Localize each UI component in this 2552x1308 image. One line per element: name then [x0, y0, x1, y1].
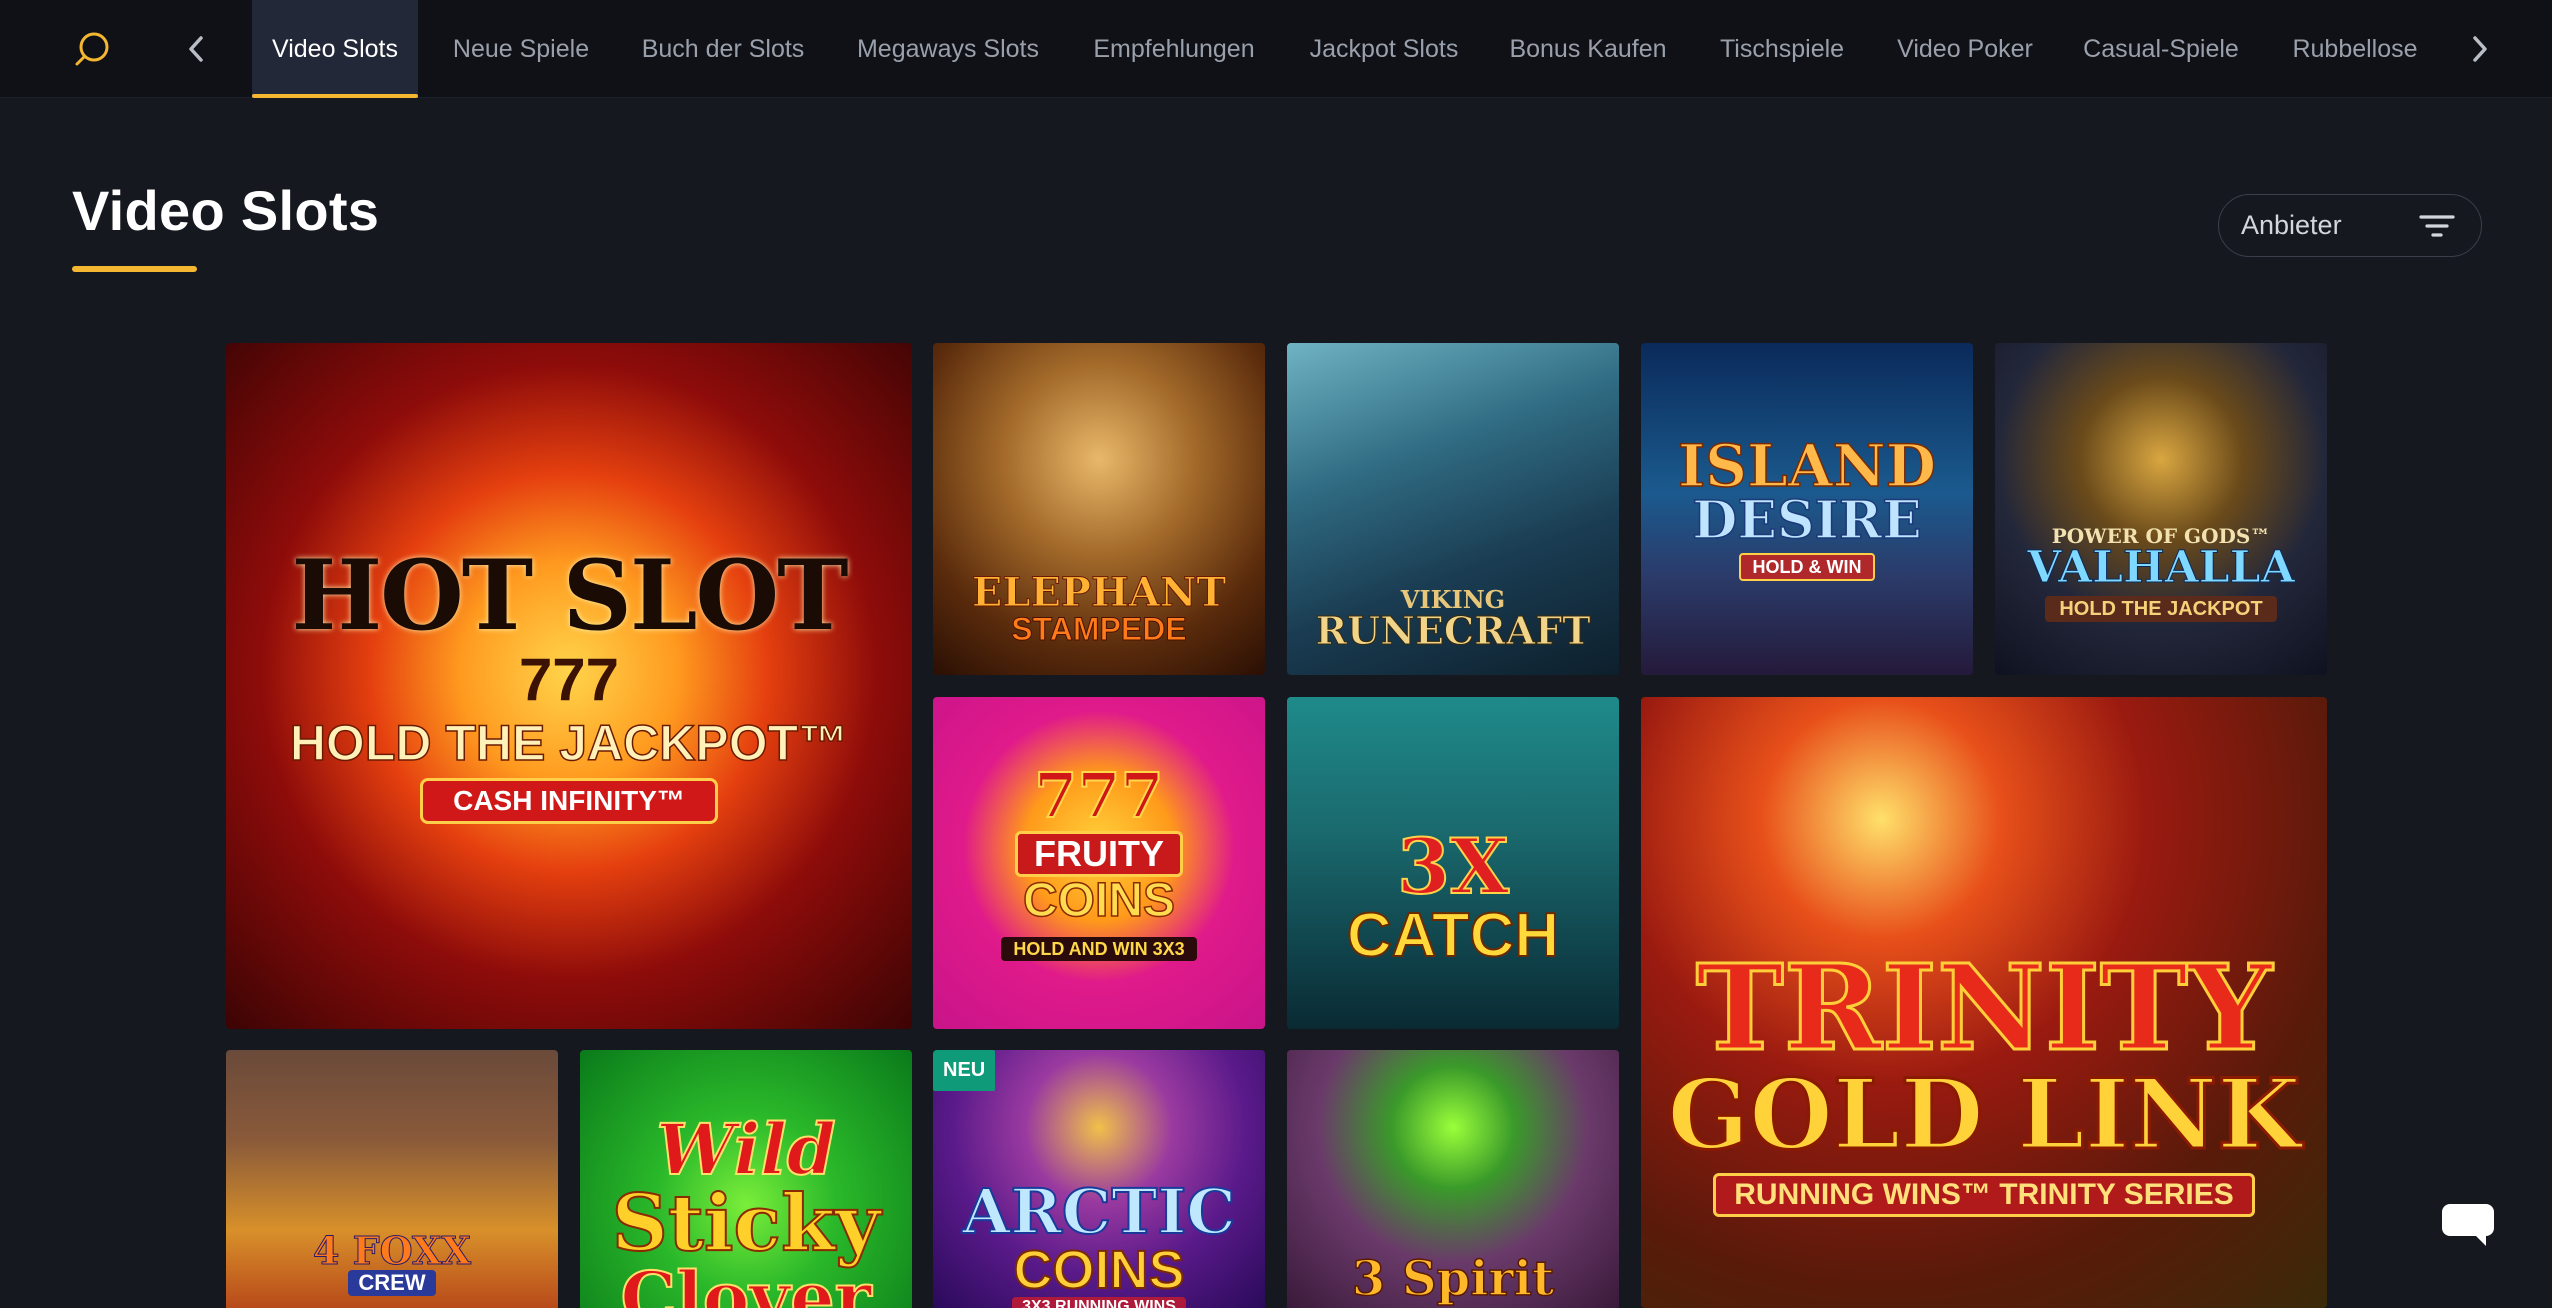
tab-bonus-kaufen[interactable]: Bonus Kaufen [1500, 0, 1676, 98]
chevron-left-icon [189, 36, 203, 62]
tab-rubbellose[interactable]: Rubbellose [2280, 0, 2430, 98]
game-title: ARCTIC COINS 3x3 RUNNING WINS [961, 1180, 1237, 1308]
title-underline [72, 266, 197, 272]
tab-casual-spiele[interactable]: Casual-Spiele [2076, 0, 2246, 98]
page-title: Video Slots [72, 179, 380, 242]
tab-video-slots[interactable]: Video Slots [252, 0, 418, 98]
game-tile-elephant-stampede[interactable]: ELEPHANT STAMPEDE [933, 343, 1265, 675]
game-tile-hot-slot[interactable]: HOT SLOT 777 HOLD THE JACKPOT™ CASH INFI… [226, 343, 912, 1029]
game-title: Wild Sticky Clover [611, 1108, 882, 1308]
tab-empfehlungen[interactable]: Empfehlungen [1080, 0, 1268, 98]
provider-filter-button[interactable]: Anbieter [2218, 194, 2482, 257]
tab-tischspiele[interactable]: Tischspiele [1708, 0, 1856, 98]
tab-buch-der-slots[interactable]: Buch der Slots [630, 0, 816, 98]
game-tile-wild-sticky-clover[interactable]: Wild Sticky Clover [580, 1050, 912, 1308]
chevron-right-icon [2473, 36, 2487, 62]
game-tile-3x-catch[interactable]: 3x CATCH [1287, 697, 1619, 1029]
game-title: ISLAND DESIRE HOLD & WIN [1677, 436, 1937, 581]
chat-bubble-icon [2442, 1204, 2494, 1246]
chat-button[interactable] [2440, 1196, 2496, 1252]
game-tile-valhalla[interactable]: POWER OF GODS™ VALHALLA HOLD THE JACKPOT [1995, 343, 2327, 675]
game-title: ELEPHANT STAMPEDE [971, 569, 1227, 647]
game-art [1995, 343, 2327, 675]
game-tile-4-foxx-crew[interactable]: 4 FOXX CREW [226, 1050, 558, 1308]
game-title: POWER OF GODS™ VALHALLA HOLD THE JACKPOT [2027, 524, 2295, 622]
tab-neue-spiele[interactable]: Neue Spiele [440, 0, 602, 98]
game-title: 777 FRUITY COINS HOLD AND WIN 3x3 [1001, 764, 1197, 961]
tab-video-poker[interactable]: Video Poker [1888, 0, 2042, 98]
game-title: HOT SLOT 777 HOLD THE JACKPOT™ CASH INFI… [289, 548, 849, 824]
game-tile-viking-runecraft[interactable]: VIKING RUNECRAFT [1287, 343, 1619, 675]
tab-megaways-slots[interactable]: Megaways Slots [846, 0, 1050, 98]
nav-next-button[interactable] [2460, 0, 2500, 98]
top-navigation: Video Slots Neue Spiele Buch der Slots M… [0, 0, 2552, 98]
game-title: 4 FOXX CREW [312, 1228, 472, 1296]
game-tile-3-spirit[interactable]: 3 Spirit [1287, 1050, 1619, 1308]
game-title: 3 Spirit [1351, 1251, 1555, 1307]
provider-filter-label: Anbieter [2241, 210, 2342, 240]
game-title: VIKING RUNECRAFT [1315, 585, 1591, 653]
game-tile-trinity-gold-link[interactable]: TRINITY GOLD LINK RUNNING WINS™ TRINITY … [1641, 697, 2327, 1308]
game-tile-arctic-coins[interactable]: NEU ARCTIC COINS 3x3 RUNNING WINS [933, 1050, 1265, 1308]
game-tile-island-desire[interactable]: ISLAND DESIRE HOLD & WIN [1641, 343, 1973, 675]
game-title: TRINITY GOLD LINK RUNNING WINS™ TRINITY … [1666, 947, 2302, 1217]
game-title: 3x CATCH [1346, 822, 1560, 970]
search-button[interactable] [62, 0, 122, 98]
nav-prev-button[interactable] [176, 0, 216, 98]
game-tile-fruity-coins[interactable]: 777 FRUITY COINS HOLD AND WIN 3x3 [933, 697, 1265, 1029]
filter-icon [2419, 215, 2455, 237]
tab-jackpot-slots[interactable]: Jackpot Slots [1300, 0, 1468, 98]
search-icon [75, 32, 109, 66]
new-badge: NEU [933, 1050, 996, 1091]
